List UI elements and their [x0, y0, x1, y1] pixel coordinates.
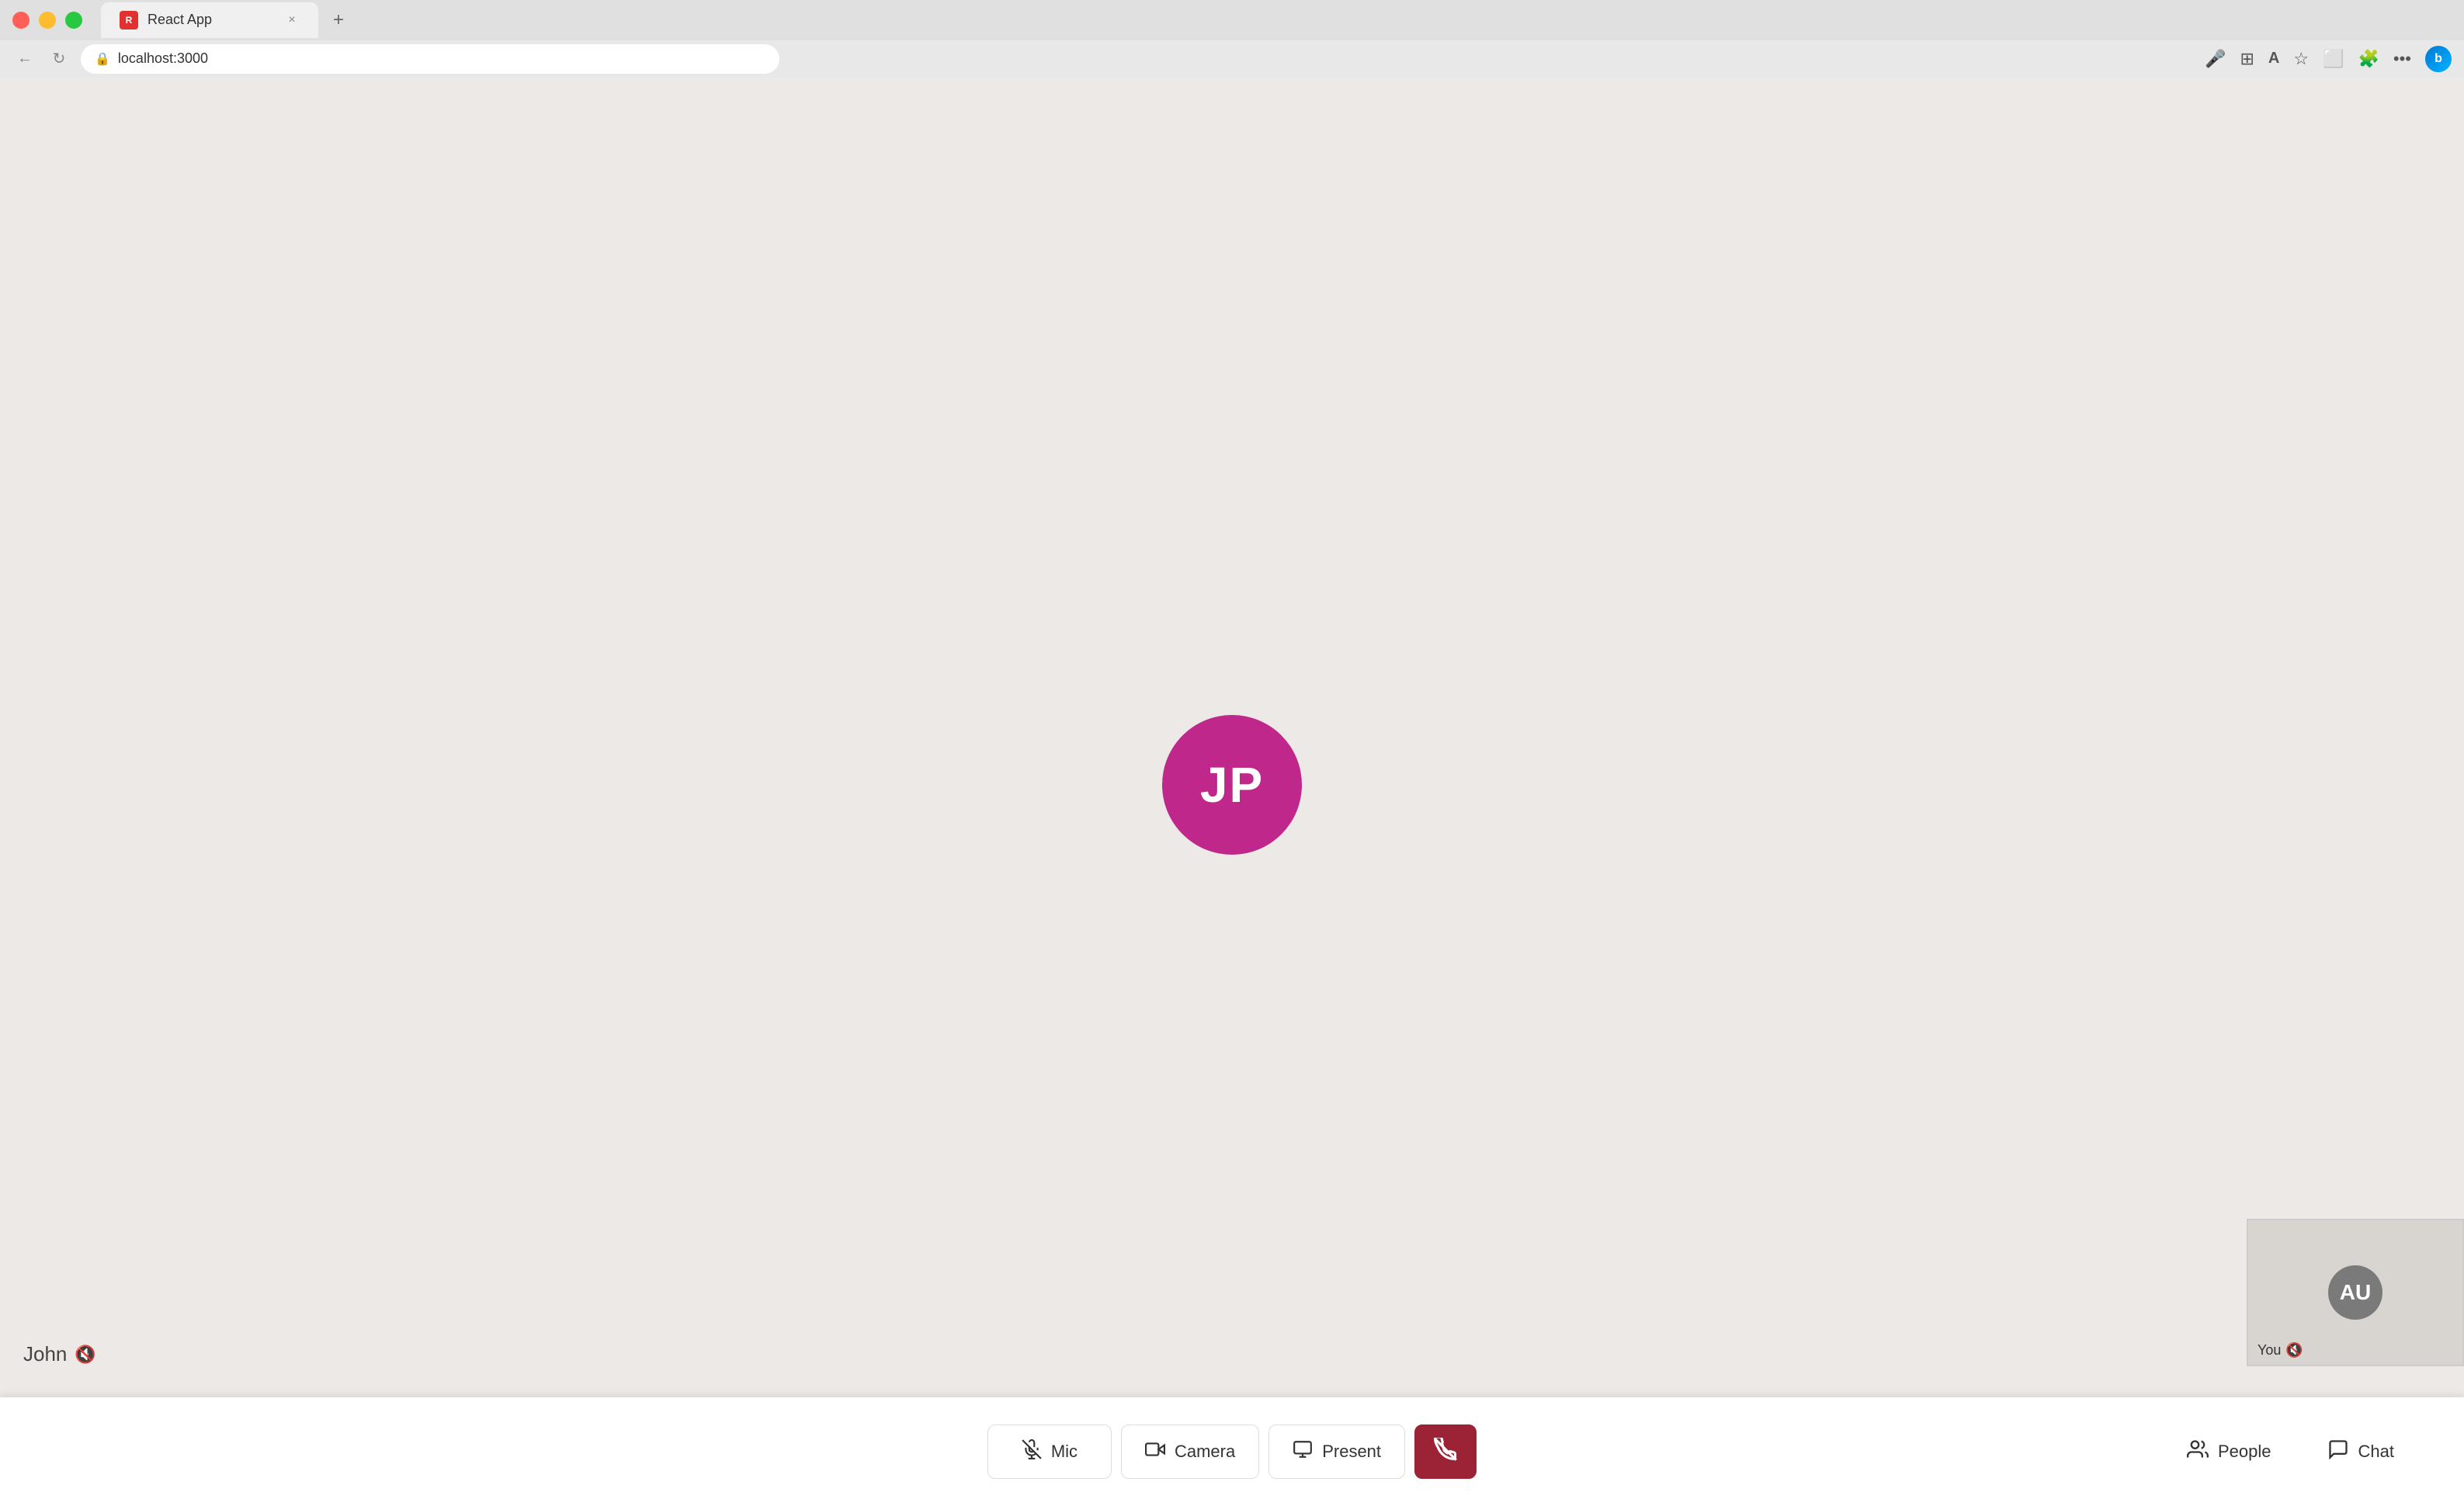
self-avatar: AU [2328, 1265, 2382, 1320]
browser-chrome: R React App × + ← ↻ 🔒 localhost:3000 🎤 ⊞… [0, 0, 2464, 78]
john-muted-icon: 🔇 [75, 1345, 95, 1365]
self-label: You 🔇 [2258, 1342, 2303, 1359]
new-tab-button[interactable]: + [324, 6, 352, 34]
lock-icon: 🔒 [95, 51, 110, 67]
right-controls: People Chat [2164, 1424, 2417, 1479]
reload-button[interactable]: ↻ [47, 47, 71, 71]
close-window-button[interactable] [12, 12, 29, 29]
john-label: John 🔇 [23, 1342, 96, 1366]
tab-title: React App [147, 12, 275, 28]
more-menu-icon[interactable]: ••• [2393, 49, 2411, 69]
mic-icon [1022, 1439, 1042, 1465]
tab-close-button[interactable]: × [284, 12, 300, 28]
end-call-button[interactable] [1414, 1424, 1477, 1479]
end-call-icon [1434, 1438, 1457, 1466]
bing-button[interactable]: b [2425, 46, 2452, 72]
microphone-icon[interactable]: 🎤 [2205, 49, 2226, 69]
chat-label: Chat [2358, 1442, 2394, 1462]
self-video-thumbnail: AU You 🔇 [2247, 1219, 2464, 1366]
present-label: Present [1322, 1442, 1381, 1462]
mic-button[interactable]: Mic [987, 1424, 1112, 1479]
camera-button[interactable]: Camera [1121, 1424, 1259, 1479]
camera-icon [1145, 1439, 1165, 1465]
back-button[interactable]: ← [12, 47, 37, 71]
present-button[interactable]: Present [1268, 1424, 1405, 1479]
self-muted-icon: 🔇 [2285, 1342, 2303, 1359]
maximize-window-button[interactable] [65, 12, 82, 29]
video-call-area: JP John 🔇 AU You 🔇 [0, 78, 2464, 1506]
browser-tabs: R React App × + [0, 0, 2464, 40]
toolbar-right: 🎤 ⊞ A ☆ ⬜ 🧩 ••• b [2205, 46, 2452, 72]
grid-icon[interactable]: ⊞ [2240, 49, 2254, 69]
url-bar[interactable]: 🔒 localhost:3000 [81, 44, 779, 74]
mic-label: Mic [1051, 1442, 1078, 1462]
control-bar: Mic Camera Present [0, 1397, 2464, 1506]
people-icon [2187, 1438, 2209, 1465]
address-bar: ← ↻ 🔒 localhost:3000 🎤 ⊞ A ☆ ⬜ 🧩 ••• b [0, 40, 2464, 78]
chat-icon [2327, 1438, 2349, 1465]
main-participant-avatar: JP [1162, 715, 1302, 855]
people-button[interactable]: People [2164, 1424, 2295, 1479]
split-view-icon[interactable]: ⬜ [2323, 49, 2344, 69]
people-label: People [2218, 1442, 2271, 1462]
window-controls [12, 12, 82, 29]
favorites-icon[interactable]: ☆ [2293, 49, 2309, 69]
present-icon [1293, 1439, 1313, 1465]
read-mode-icon[interactable]: A [2268, 50, 2279, 68]
camera-label: Camera [1175, 1442, 1235, 1462]
extensions-icon[interactable]: 🧩 [2358, 49, 2379, 69]
minimize-window-button[interactable] [39, 12, 56, 29]
chat-button[interactable]: Chat [2304, 1424, 2417, 1479]
url-text: localhost:3000 [118, 50, 208, 67]
tab-favicon: R [120, 11, 138, 29]
active-tab[interactable]: R React App × [101, 2, 318, 38]
